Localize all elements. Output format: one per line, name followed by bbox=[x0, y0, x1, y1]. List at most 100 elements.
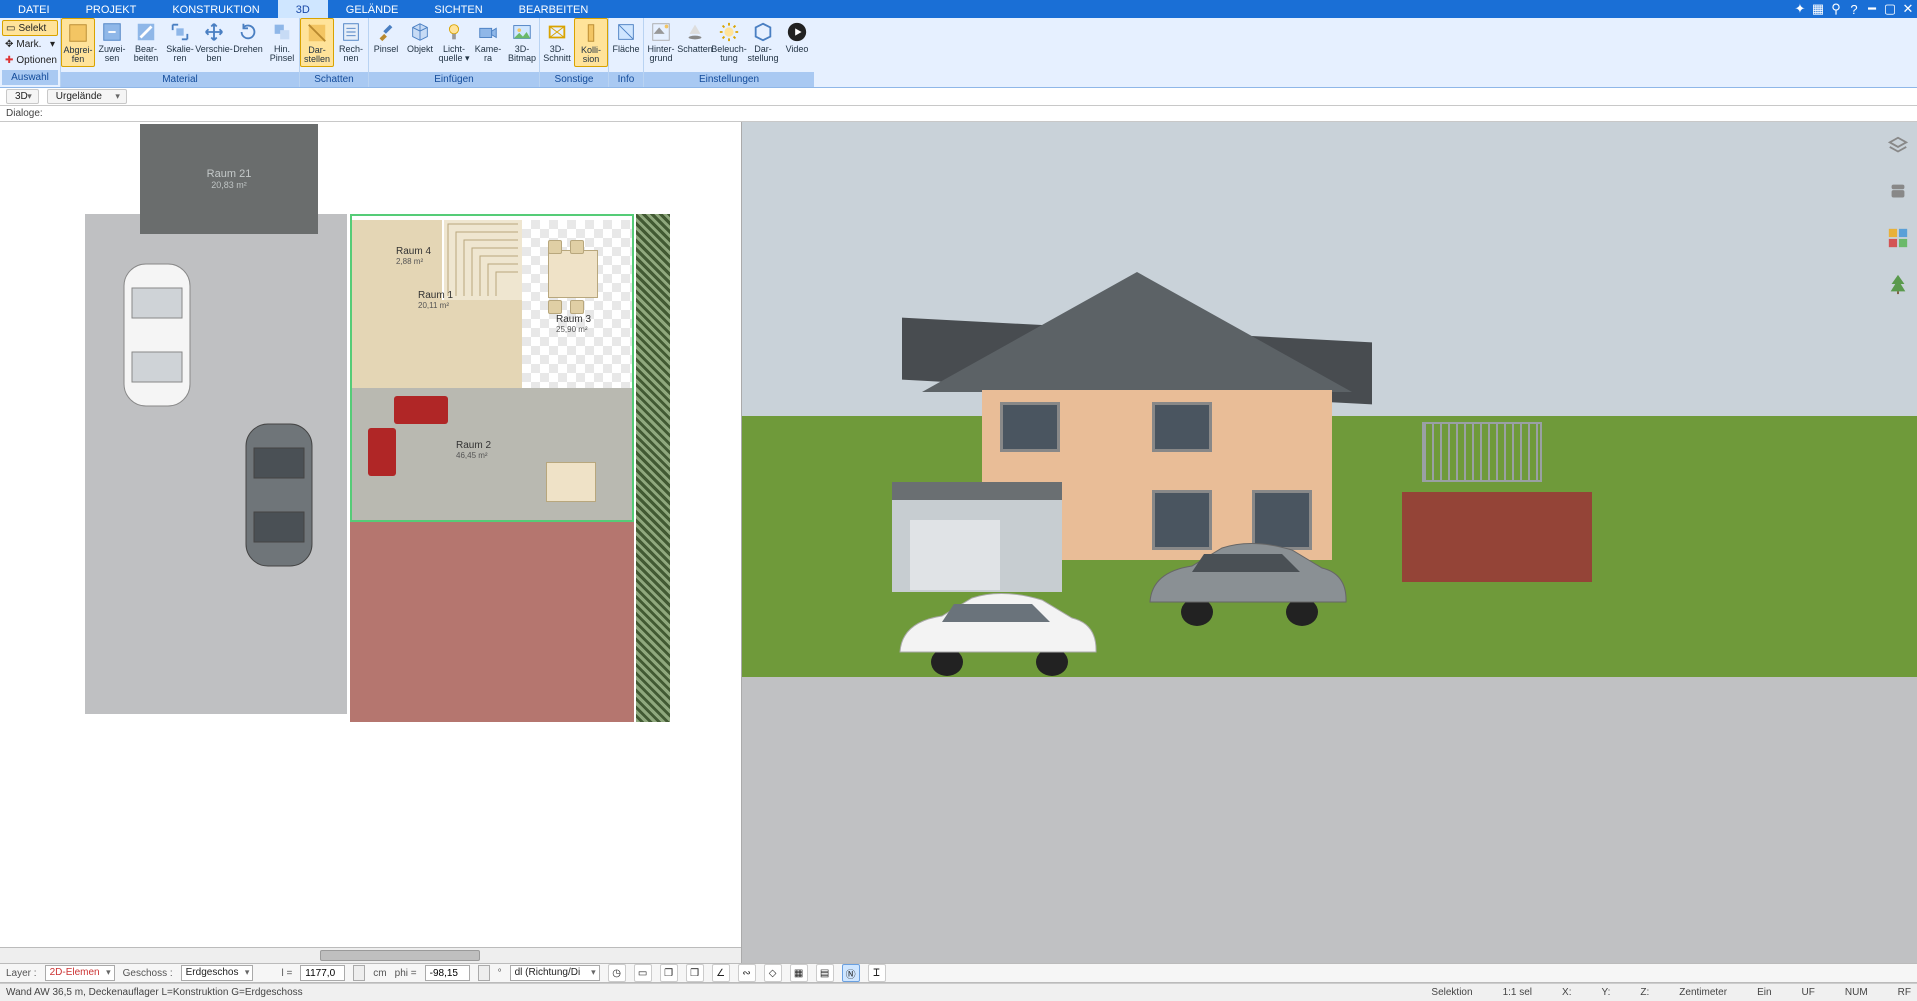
layer-combo[interactable]: 2D-Elemen bbox=[45, 965, 115, 981]
hinpinsel-icon bbox=[270, 20, 294, 44]
car-grey-1 bbox=[238, 420, 320, 570]
scrollbar-thumb[interactable] bbox=[320, 950, 480, 961]
status-num: NUM bbox=[1845, 987, 1868, 998]
window-upper-left bbox=[1000, 402, 1060, 452]
ribbon-bearbeiten-button[interactable]: Bear- beiten bbox=[129, 18, 163, 65]
phi-input[interactable] bbox=[425, 965, 470, 981]
status-selektion: Selektion bbox=[1431, 987, 1472, 998]
ribbon-skalieren-button[interactable]: Skalie- ren bbox=[163, 18, 197, 65]
view-mode[interactable]: 3D bbox=[6, 89, 39, 104]
ribbon-schnitt3d-button[interactable]: 3D- Schnitt bbox=[540, 18, 574, 65]
lichtquelle-icon bbox=[442, 20, 466, 44]
length-label: l = bbox=[281, 968, 292, 979]
ribbon-bitmap3d-button[interactable]: 3D- Bitmap bbox=[505, 18, 539, 65]
options-tool[interactable]: ✚Optionen bbox=[2, 52, 58, 68]
ribbon-btn-label: Dar- stellen bbox=[304, 46, 330, 64]
view-2d-floorplan[interactable]: Raum 2120,83 m² Raum 42,88 m² Raum 120,1… bbox=[0, 122, 742, 963]
ribbon-btn-label: Rech- nen bbox=[339, 45, 363, 63]
view-3d-render[interactable] bbox=[742, 122, 1917, 963]
cube-icon[interactable]: ❒ bbox=[686, 964, 704, 982]
ribbon-kollision-button[interactable]: Kolli- sion bbox=[574, 18, 608, 67]
ribbon-btn-label: Kolli- sion bbox=[581, 46, 601, 64]
garage-door bbox=[910, 520, 1000, 590]
tab-3d[interactable]: 3D bbox=[278, 0, 328, 18]
geschoss-combo[interactable]: Erdgeschos bbox=[181, 965, 254, 981]
link-icon[interactable]: ∾ bbox=[738, 964, 756, 982]
tool-icon-3[interactable]: ⚲ bbox=[1827, 0, 1845, 18]
length-input[interactable] bbox=[300, 965, 345, 981]
furniture-icon[interactable] bbox=[1886, 180, 1910, 204]
tab-projekt[interactable]: PROJEKT bbox=[68, 0, 155, 18]
status-unit: Zentimeter bbox=[1679, 987, 1727, 998]
ribbon-abgreifen-button[interactable]: Abgrei- fen bbox=[61, 18, 95, 67]
ribbon-btn-label: Video bbox=[786, 45, 809, 54]
ribbon-kamera-button[interactable]: Kame- ra bbox=[471, 18, 505, 65]
terrace-2d bbox=[350, 522, 634, 722]
status-y: Y: bbox=[1601, 987, 1610, 998]
group-schatten: Dar- stellenRech- nen Schatten bbox=[299, 18, 368, 87]
n-toggle-icon[interactable]: Ⓝ bbox=[842, 964, 860, 982]
verschieben-icon bbox=[202, 20, 226, 44]
ribbon-video-button[interactable]: Video bbox=[780, 18, 814, 56]
dining-table-1 bbox=[546, 462, 596, 502]
layer-label: Layer : bbox=[6, 968, 37, 979]
swatches-icon[interactable] bbox=[1886, 226, 1910, 250]
ribbon-verschieben-button[interactable]: Verschie- ben bbox=[197, 18, 231, 65]
maximize-icon[interactable]: ▢ bbox=[1881, 0, 1899, 18]
ribbon-beleuchtung-button[interactable]: Beleuch- tung bbox=[712, 18, 746, 65]
monitor-icon[interactable]: ▭ bbox=[634, 964, 652, 982]
ribbon-lichtquelle-button[interactable]: Licht- quelle ▾ bbox=[437, 18, 471, 65]
help-icon[interactable]: ? bbox=[1845, 0, 1863, 18]
layers-icon[interactable] bbox=[1886, 134, 1910, 158]
grid-icon[interactable]: ▦ bbox=[790, 964, 808, 982]
ribbon-drehen-button[interactable]: Drehen bbox=[231, 18, 265, 56]
ribbon-hinpinsel-button[interactable]: Hin. Pinsel bbox=[265, 18, 299, 65]
dl-combo[interactable]: dl (Richtung/Di bbox=[510, 965, 600, 981]
side-palette bbox=[1879, 122, 1917, 963]
length-spinner[interactable] bbox=[353, 965, 365, 981]
tab-gelaende[interactable]: GELÄNDE bbox=[328, 0, 417, 18]
ribbon-zuweisen-button[interactable]: Zuwei- sen bbox=[95, 18, 129, 65]
terrain-layer[interactable]: Urgelände bbox=[47, 89, 127, 104]
tab-datei[interactable]: DATEI bbox=[0, 0, 68, 18]
abgreifen-icon bbox=[66, 21, 90, 45]
ribbon-btn-label: Fläche bbox=[612, 45, 639, 54]
tool-icon-2[interactable]: ▦ bbox=[1809, 0, 1827, 18]
close-icon[interactable]: ✕ bbox=[1899, 0, 1917, 18]
ribbon-rechnen-button[interactable]: Rech- nen bbox=[334, 18, 368, 65]
ribbon-btn-label: Pinsel bbox=[374, 45, 399, 54]
mark-tool[interactable]: ✥Mark.▾ bbox=[2, 36, 58, 52]
bitmap3d-icon bbox=[510, 20, 534, 44]
ribbon-darstellung-button[interactable]: Dar- stellung bbox=[746, 18, 780, 65]
tab-konstruktion[interactable]: KONSTRUKTION bbox=[154, 0, 277, 18]
grid2-icon[interactable]: ▤ bbox=[816, 964, 834, 982]
text-cursor-icon[interactable]: Ꮖ bbox=[868, 964, 886, 982]
ribbon-objekt-button[interactable]: Objekt bbox=[403, 18, 437, 56]
tab-bearbeiten[interactable]: BEARBEITEN bbox=[501, 0, 607, 18]
group-label-einfuegen: Einfügen bbox=[369, 72, 539, 87]
ribbon-schatten2-button[interactable]: Schatten bbox=[678, 18, 712, 56]
phi-spinner[interactable] bbox=[478, 965, 490, 981]
staircase bbox=[444, 220, 522, 300]
sofa-2 bbox=[368, 428, 396, 476]
select-tool[interactable]: ▭Selekt bbox=[2, 20, 58, 36]
length-unit: cm bbox=[373, 968, 386, 979]
tool-icon-1[interactable]: ✦ bbox=[1791, 0, 1809, 18]
minimize-icon[interactable]: ━ bbox=[1863, 0, 1881, 18]
clock-icon[interactable]: ◷ bbox=[608, 964, 626, 982]
ribbon-flaeche-button[interactable]: Fläche bbox=[609, 18, 643, 56]
angle-snap-icon[interactable]: ∠ bbox=[712, 964, 730, 982]
window-upper-right bbox=[1152, 402, 1212, 452]
layers-toggle-icon[interactable]: ❐ bbox=[660, 964, 678, 982]
ribbon-hintergrund-button[interactable]: Hinter- grund bbox=[644, 18, 678, 65]
label-room-2: Raum 246,45 m² bbox=[456, 440, 491, 460]
tree-icon[interactable] bbox=[1886, 272, 1910, 296]
tab-sichten[interactable]: SICHTEN bbox=[416, 0, 500, 18]
ribbon-pinsel-button[interactable]: Pinsel bbox=[369, 18, 403, 56]
ortho-icon[interactable]: ◇ bbox=[764, 964, 782, 982]
dimension-column-right bbox=[680, 122, 714, 963]
menu-tabbar: DATEI PROJEKT KONSTRUKTION 3D GELÄNDE SI… bbox=[0, 0, 1917, 18]
label-room-3: Raum 325,90 m² bbox=[556, 314, 591, 334]
horizontal-scrollbar[interactable] bbox=[0, 947, 741, 963]
ribbon-darstellen-button[interactable]: Dar- stellen bbox=[300, 18, 334, 67]
